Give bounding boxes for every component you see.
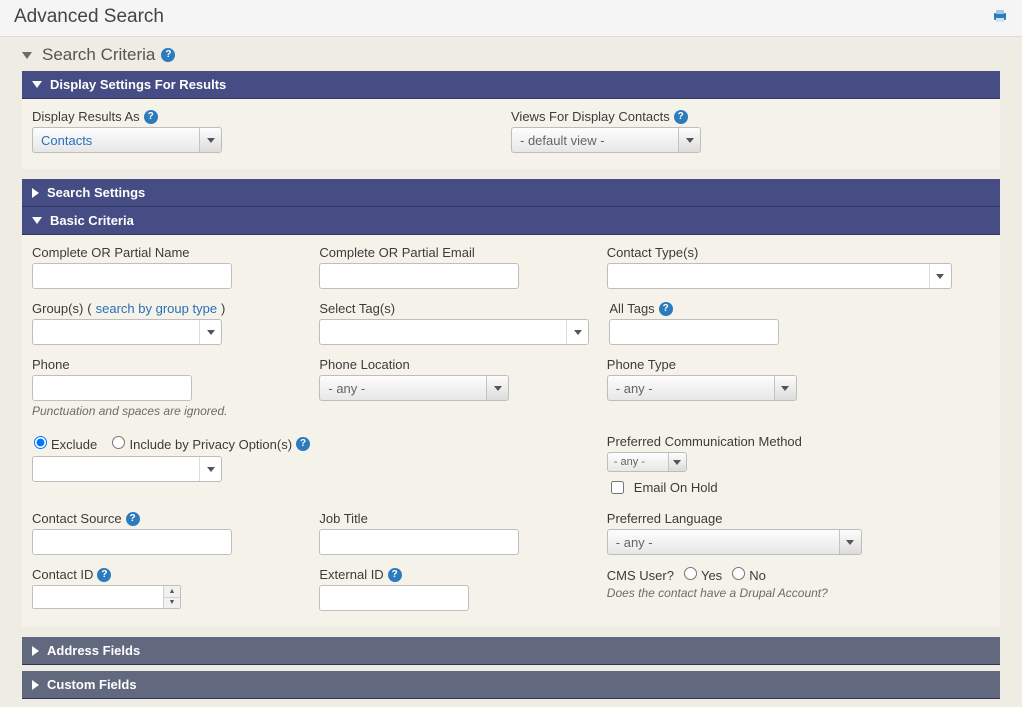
chevron-right-icon [32,680,39,690]
cms-user-row: CMS User? Yes No [607,567,933,583]
email-label: Complete OR Partial Email [319,245,586,260]
external-id-input[interactable] [319,585,469,611]
panel-header-basic-criteria[interactable]: Basic Criteria [22,207,1000,235]
pref-lang-label: Preferred Language [607,511,933,526]
help-icon[interactable]: ? [161,48,175,62]
help-icon[interactable]: ? [126,512,140,526]
phone-type-select[interactable]: - any - [607,375,797,401]
contact-source-label: Contact Source ? [32,511,299,526]
help-icon[interactable]: ? [674,110,688,124]
cms-note: Does the contact have a Drupal Account? [607,586,933,600]
phone-input[interactable] [32,375,192,401]
privacy-exclude-radio[interactable]: Exclude [34,436,97,452]
email-on-hold-checkbox[interactable] [611,481,624,494]
chevron-down-icon [32,217,42,224]
search-criteria-header[interactable]: Search Criteria ? [22,37,1000,71]
panel-body-basic-criteria: Complete OR Partial Name Complete OR Par… [22,235,1000,627]
cms-user-label: CMS User? [607,568,674,583]
chevron-down-icon [32,81,42,88]
email-on-hold-label: Email On Hold [634,480,718,495]
panel-header-custom-fields[interactable]: Custom Fields [22,671,1000,699]
contact-type-select[interactable] [607,263,952,289]
pref-lang-select[interactable]: - any - [607,529,862,555]
name-label: Complete OR Partial Name [32,245,299,260]
all-tags-label: All Tags ? [609,301,935,316]
panel-header-address-fields[interactable]: Address Fields [22,637,1000,665]
panel-header-display-settings[interactable]: Display Settings For Results [22,71,1000,99]
help-icon[interactable]: ? [97,568,111,582]
pref-comm-label: Preferred Communication Method [607,434,990,449]
panel-body-display-settings: Display Results As ? Contacts Views For … [22,99,1000,169]
help-icon[interactable]: ? [296,437,310,451]
phone-location-select[interactable]: - any - [319,375,509,401]
contact-id-input[interactable] [33,586,163,608]
groups-select[interactable] [32,319,222,345]
search-criteria-label: Search Criteria [42,45,155,65]
groups-label: Group(s) (search by group type) [32,301,299,316]
privacy-options-select[interactable] [32,456,222,482]
titlebar: Advanced Search [0,0,1022,37]
panel-title: Basic Criteria [50,213,134,228]
select-tags-select[interactable] [319,319,589,345]
contact-source-input[interactable] [32,529,232,555]
panel-title: Search Settings [47,185,145,200]
views-for-display-select[interactable]: - default view - [511,127,701,153]
phone-note: Punctuation and spaces are ignored. [32,404,299,418]
name-input[interactable] [32,263,232,289]
contact-type-label: Contact Type(s) [607,245,952,260]
help-icon[interactable]: ? [144,110,158,124]
panel-title: Address Fields [47,643,140,658]
help-icon[interactable]: ? [659,302,673,316]
pref-comm-select[interactable]: - any - [607,452,687,472]
cms-no-radio[interactable]: No [732,567,766,583]
phone-location-label: Phone Location [319,357,586,372]
job-title-input[interactable] [319,529,519,555]
contact-id-stepper[interactable]: ▲▼ [32,585,181,609]
display-results-as-select[interactable]: Contacts [32,127,222,153]
help-icon[interactable]: ? [388,568,402,582]
select-tags-label: Select Tag(s) [319,301,589,316]
group-type-link[interactable]: search by group type [96,301,217,316]
contact-id-label: Contact ID ? [32,567,299,582]
privacy-include-radio[interactable]: Include by Privacy Option(s) [112,436,292,452]
chevron-right-icon [32,646,39,656]
stepper-up[interactable]: ▲ [164,586,180,598]
external-id-label: External ID ? [319,567,586,582]
display-results-as-label: Display Results As ? [32,109,491,124]
panel-title: Custom Fields [47,677,137,692]
phone-label: Phone [32,357,299,372]
all-tags-input[interactable] [609,319,779,345]
stepper-down[interactable]: ▼ [164,598,180,609]
panel-header-search-settings[interactable]: Search Settings [22,179,1000,207]
job-title-label: Job Title [319,511,586,526]
email-input[interactable] [319,263,519,289]
chevron-down-icon [22,52,32,59]
views-for-display-label: Views For Display Contacts ? [511,109,970,124]
print-icon[interactable] [992,8,1008,27]
cms-yes-radio[interactable]: Yes [684,567,722,583]
page-title: Advanced Search [14,6,164,28]
phone-type-label: Phone Type [607,357,933,372]
panel-title: Display Settings For Results [50,77,226,92]
chevron-right-icon [32,188,39,198]
